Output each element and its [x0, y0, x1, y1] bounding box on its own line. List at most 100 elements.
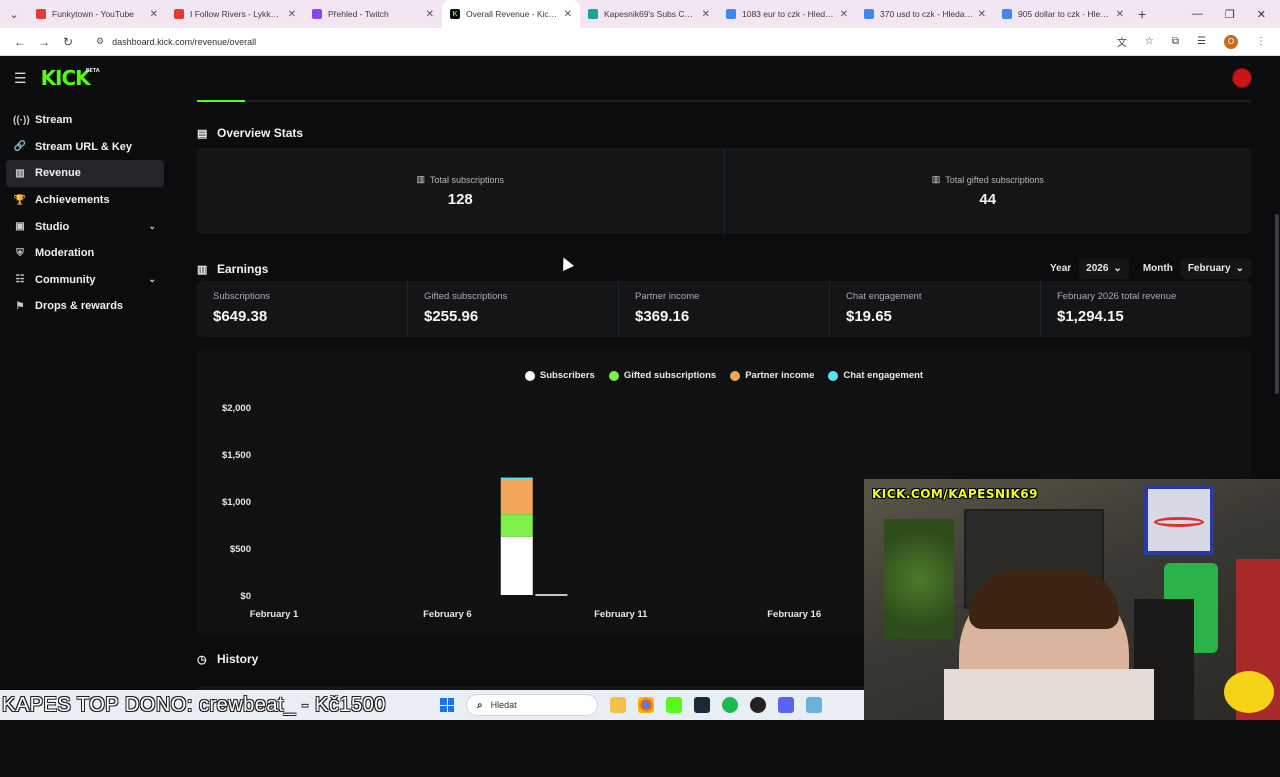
sidebar-item-drops-rewards[interactable]: ⚑ Drops & rewards — [6, 293, 164, 320]
bar-segment-chat-engagement[interactable] — [500, 477, 533, 480]
clock-icon: ◷ — [197, 654, 207, 666]
sidebar-item-label: Revenue — [35, 167, 81, 180]
windows-start-icon[interactable] — [440, 698, 454, 712]
kick-logo[interactable]: KICK BETA — [41, 66, 100, 90]
earnings-value: $19.65 — [846, 308, 892, 325]
bar-segment-gifted-subscriptions[interactable] — [500, 514, 533, 537]
earnings-label: Partner income — [635, 291, 700, 302]
browser-tab[interactable]: K Overall Revenue - Kick Da ✕ — [442, 0, 580, 28]
close-tab-icon[interactable]: ✕ — [564, 9, 572, 20]
bookmark-star-icon[interactable]: ☆ — [1145, 36, 1154, 47]
stat-label: Total gifted subscriptions — [945, 174, 1044, 185]
tab-search-icon[interactable]: ⌄ — [0, 8, 28, 21]
bar-segment-subscribers[interactable] — [500, 536, 533, 595]
tab-title: Overall Revenue - Kick Da — [466, 9, 560, 19]
obs-icon[interactable] — [750, 697, 766, 713]
new-tab-button[interactable]: + — [1138, 6, 1146, 22]
browser-tab[interactable]: Funkytown - YouTube ✕ — [28, 0, 166, 28]
stats-icon: ▤ — [197, 128, 208, 140]
kick-app-icon[interactable] — [666, 697, 682, 713]
restore-icon[interactable]: ❐ — [1225, 8, 1235, 21]
spotify-icon[interactable] — [722, 697, 738, 713]
close-tab-icon[interactable]: ✕ — [1116, 9, 1124, 20]
sidebar-item-achievements[interactable]: 🏆 Achievements — [6, 187, 164, 214]
site-info-icon[interactable]: ⚙ — [96, 36, 104, 47]
sidebar-item-stream-url-key[interactable]: 🔗 Stream URL & Key — [6, 134, 164, 161]
month-select[interactable]: February ⌄ — [1180, 258, 1251, 279]
year-select[interactable]: 2026 ⌄ — [1079, 258, 1129, 279]
scroll-thumb[interactable] — [1275, 214, 1279, 394]
earnings-value: $255.96 — [424, 308, 479, 325]
close-tab-icon[interactable]: ✕ — [978, 9, 986, 20]
close-tab-icon[interactable]: ✕ — [288, 9, 296, 20]
sidebar-item-moderation[interactable]: ⛨ Moderation — [6, 240, 164, 267]
year-value: 2026 — [1086, 263, 1109, 274]
close-tab-icon[interactable]: ✕ — [426, 9, 434, 20]
search-icon: ⌕ — [477, 699, 483, 711]
taskbar-search[interactable]: ⌕ Hledat — [466, 694, 598, 716]
stat-total-subscriptions: ▥ Total subscriptions 128 — [197, 148, 725, 234]
sidebar-item-revenue[interactable]: ▥ Revenue — [6, 160, 164, 187]
history-title: ◷ History — [197, 652, 258, 666]
rubber-duck — [1224, 671, 1274, 713]
y-tick-label: $500 — [230, 544, 251, 555]
minimize-icon[interactable]: — — [1192, 8, 1203, 21]
translate-icon[interactable]: 文 — [1117, 34, 1127, 49]
back-icon[interactable]: ← — [8, 35, 32, 49]
month-label: Month — [1142, 263, 1173, 274]
tab-title: 370 usd to czk - Hledat G — [880, 9, 974, 19]
sidebar-item-stream[interactable]: ((·)) Stream — [6, 107, 164, 134]
close-tab-icon[interactable]: ✕ — [840, 9, 848, 20]
tab-title: 1083 eur to czk - Hledat G — [742, 9, 836, 19]
sidebar-item-studio[interactable]: ▣ Studio ⌄ — [6, 213, 164, 240]
chevron-down-icon: ⌄ — [1113, 263, 1122, 274]
overview-title-text: Overview Stats — [217, 126, 304, 140]
close-tab-icon[interactable]: ✕ — [150, 9, 158, 20]
reload-icon[interactable]: ↻ — [56, 35, 80, 49]
bar-segment-subscribers[interactable] — [535, 594, 568, 596]
profile-avatar[interactable]: O — [1224, 34, 1238, 49]
bar-chart-icon: ▥ — [931, 174, 941, 184]
forward-icon[interactable]: → — [32, 35, 56, 49]
browser-tab[interactable]: I Follow Rivers - Lykke Li ✕ — [166, 0, 304, 28]
bar-segment-partner-income[interactable] — [500, 479, 533, 515]
main-content: ▤ Overview Stats ▥ Total subscriptions 12… — [197, 100, 1251, 696]
browser-tab[interactable]: Přehled - Twitch ✕ — [304, 0, 442, 28]
stat-label: Total subscriptions — [429, 174, 505, 185]
studio-icon: ▣ — [15, 221, 25, 233]
menu-icon[interactable]: ☰ — [14, 70, 27, 87]
x-tick-label: February 11 — [594, 609, 648, 620]
dashboard-header: ☰ KICK BETA — [0, 57, 1280, 99]
sidebar-item-community[interactable]: ☷ Community ⌄ — [6, 267, 164, 294]
earnings-label: Subscriptions — [213, 291, 271, 302]
user-avatar[interactable] — [1232, 68, 1252, 88]
browser-tab[interactable]: 905 dollar to czk - Hledat ✕ — [994, 0, 1132, 28]
app-icon[interactable] — [806, 697, 822, 713]
extensions-icon[interactable]: ⧉ — [1172, 36, 1179, 47]
x-tick-label: February 16 — [767, 609, 821, 620]
webcam-overlay: KICK.COM/KAPESNIK69 — [864, 479, 1280, 720]
x-tick-label: February 6 — [423, 609, 472, 620]
close-tab-icon[interactable]: ✕ — [702, 9, 710, 20]
trophy-icon: 🏆 — [13, 194, 27, 206]
reading-list-icon[interactable]: ☰ — [1197, 36, 1206, 47]
chevron-down-icon[interactable]: ⌄ — [148, 221, 156, 232]
y-tick-label: $1,000 — [222, 497, 251, 508]
y-tick-label: $2,000 — [222, 403, 251, 414]
chevron-down-icon[interactable]: ⌄ — [148, 274, 156, 285]
discord-icon[interactable] — [778, 697, 794, 713]
file-explorer-icon[interactable] — [610, 697, 626, 713]
browser-tab[interactable]: 370 usd to czk - Hledat G ✕ — [856, 0, 994, 28]
browser-tab[interactable]: 1083 eur to czk - Hledat G ✕ — [718, 0, 856, 28]
chrome-menu-icon[interactable]: ⋮ — [1256, 36, 1266, 47]
close-window-icon[interactable]: ✕ — [1257, 8, 1266, 21]
url-field[interactable]: ⚙ dashboard.kick.com/revenue/overall — [86, 31, 1117, 53]
x-tick-label: February 1 — [250, 609, 299, 620]
y-tick-label: $0 — [240, 591, 251, 602]
chart-icon: ▥ — [15, 167, 25, 179]
steam-icon[interactable] — [694, 697, 710, 713]
earnings-label: February 2026 total revenue — [1057, 291, 1177, 302]
browser-tab[interactable]: Kapesnik69's Subs Count ✕ — [580, 0, 718, 28]
chrome-icon[interactable] — [638, 697, 654, 713]
streamer-hair — [969, 569, 1119, 629]
